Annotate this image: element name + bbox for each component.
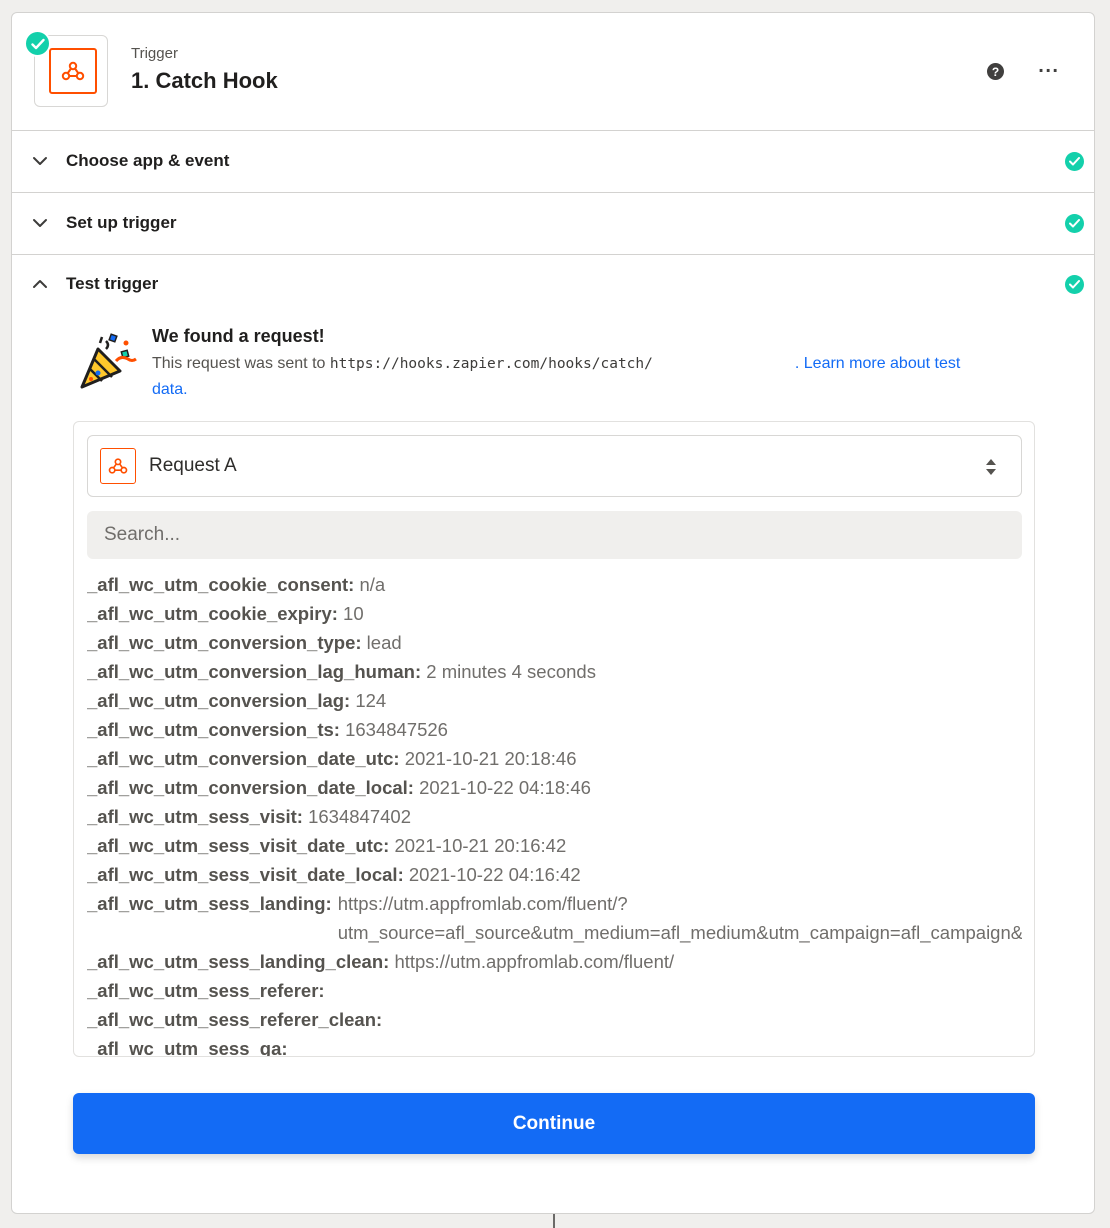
step-kicker: Trigger bbox=[131, 45, 178, 62]
step-connector-line bbox=[553, 1214, 555, 1228]
description-text: This request was sent to bbox=[152, 355, 330, 372]
check-circle-icon bbox=[1065, 214, 1084, 233]
step-title[interactable]: 1. Catch Hook bbox=[131, 68, 278, 94]
field-key: _afl_wc_utm_cookie_consent: bbox=[87, 574, 355, 595]
webhook-icon bbox=[100, 448, 136, 484]
field-key: _afl_wc_utm_sess_referer_clean: bbox=[87, 1009, 383, 1030]
learn-more-link[interactable]: . Learn more about test bbox=[795, 355, 960, 372]
field-key: _afl_wc_utm_sess_referer: bbox=[87, 980, 325, 1001]
check-circle-icon bbox=[1065, 152, 1084, 171]
field-key: _afl_wc_utm_conversion_date_utc: bbox=[87, 748, 400, 769]
request-data-panel: Request A _afl_wc_utm_cookie_consent: n/… bbox=[73, 421, 1035, 1057]
field-key: _afl_wc_utm_sess_ga: bbox=[87, 1038, 288, 1057]
field-row: _afl_wc_utm_sess_referer_clean: bbox=[87, 1005, 1022, 1034]
field-key: _afl_wc_utm_conversion_date_local: bbox=[87, 777, 414, 798]
field-value: 10 bbox=[343, 603, 364, 624]
field-key: _afl_wc_utm_conversion_lag: bbox=[87, 690, 351, 711]
step-complete-check-icon bbox=[24, 30, 51, 57]
field-row: _afl_wc_utm_sess_referer: bbox=[87, 976, 1022, 1005]
found-request-title: We found a request! bbox=[152, 326, 325, 346]
more-options-icon[interactable]: ··· bbox=[1038, 61, 1059, 80]
field-row: _afl_wc_utm_cookie_expiry: 10 bbox=[87, 599, 1022, 628]
webhook-icon bbox=[49, 48, 97, 94]
field-row: _afl_wc_utm_conversion_lag_human: 2 minu… bbox=[87, 657, 1022, 686]
help-icon[interactable]: ? bbox=[987, 63, 1004, 80]
field-key: _afl_wc_utm_sess_visit_date_local: bbox=[87, 864, 404, 885]
webhook-url: https://hooks.zapier.com/hooks/catch/ bbox=[329, 356, 653, 372]
sort-arrows-icon bbox=[986, 459, 996, 475]
field-row: _afl_wc_utm_sess_visit: 1634847402 bbox=[87, 802, 1022, 831]
field-key: _afl_wc_utm_sess_visit_date_utc: bbox=[87, 835, 390, 856]
field-row: _afl_wc_utm_sess_landing: https://utm.app… bbox=[87, 889, 1022, 947]
field-value: 2 minutes 4 seconds bbox=[426, 661, 596, 682]
continue-button[interactable]: Continue bbox=[73, 1093, 1035, 1154]
field-value: 2021-10-21 20:18:46 bbox=[404, 748, 577, 769]
field-value: 2021-10-21 20:16:42 bbox=[394, 835, 567, 856]
chevron-down-icon bbox=[33, 157, 47, 165]
field-value: 2021-10-22 04:16:42 bbox=[408, 864, 581, 885]
step-header[interactable]: Trigger 1. Catch Hook ? ··· bbox=[12, 13, 1094, 131]
section-set-up-trigger[interactable]: Set up trigger bbox=[12, 193, 1094, 255]
field-value: https://utm.appfromlab.com/fluent/ bbox=[394, 951, 675, 972]
field-key: _afl_wc_utm_sess_landing: bbox=[87, 893, 332, 914]
field-key: _afl_wc_utm_sess_landing_clean: bbox=[87, 951, 390, 972]
chevron-up-icon bbox=[33, 280, 47, 288]
field-row: _afl_wc_utm_conversion_ts: 1634847526 bbox=[87, 715, 1022, 744]
field-row: _afl_wc_utm_conversion_lag: 124 bbox=[87, 686, 1022, 715]
field-key: _afl_wc_utm_conversion_lag_human: bbox=[87, 661, 422, 682]
learn-more-link-continued[interactable]: data. bbox=[152, 381, 188, 398]
field-list: _afl_wc_utm_cookie_consent: n/a _afl_wc_… bbox=[87, 570, 1022, 1057]
section-test-trigger[interactable]: Test trigger bbox=[12, 254, 1094, 316]
section-label: Set up trigger bbox=[66, 213, 177, 232]
found-request-description: This request was sent to https://hooks.z… bbox=[152, 351, 1032, 403]
field-row: _afl_wc_utm_sess_visit_date_local: 2021-… bbox=[87, 860, 1022, 889]
field-row: _afl_wc_utm_sess_landing_clean: https://… bbox=[87, 947, 1022, 976]
section-label: Test trigger bbox=[66, 274, 159, 293]
field-value: 2021-10-22 04:18:46 bbox=[419, 777, 591, 798]
search-input[interactable] bbox=[87, 511, 1022, 559]
field-row: _afl_wc_utm_sess_visit_date_utc: 2021-10… bbox=[87, 831, 1022, 860]
chevron-down-icon bbox=[33, 219, 47, 227]
request-select-value: Request A bbox=[149, 455, 237, 476]
section-choose-app-event[interactable]: Choose app & event bbox=[12, 131, 1094, 193]
field-value: 124 bbox=[355, 690, 387, 711]
field-row: _afl_wc_utm_conversion_date_utc: 2021-10… bbox=[87, 744, 1022, 773]
field-value: n/a bbox=[359, 574, 386, 595]
field-value: 1634847402 bbox=[308, 806, 411, 827]
party-popper-icon bbox=[80, 333, 137, 389]
field-value: 1634847526 bbox=[345, 719, 448, 740]
request-select[interactable]: Request A bbox=[87, 435, 1022, 497]
field-key: _afl_wc_utm_conversion_type: bbox=[87, 632, 362, 653]
field-row: _afl_wc_utm_conversion_type: lead bbox=[87, 628, 1022, 657]
field-key: _afl_wc_utm_sess_visit: bbox=[87, 806, 303, 827]
field-value: lead bbox=[366, 632, 402, 653]
field-key: _afl_wc_utm_conversion_ts: bbox=[87, 719, 340, 740]
check-circle-icon bbox=[1065, 275, 1084, 294]
field-key: _afl_wc_utm_cookie_expiry: bbox=[87, 603, 338, 624]
field-value: https://utm.appfromlab.com/fluent/? utm_… bbox=[337, 893, 1022, 943]
section-label: Choose app & event bbox=[66, 151, 230, 170]
field-row: _afl_wc_utm_sess_ga: bbox=[87, 1034, 1022, 1057]
zap-step-card: Trigger 1. Catch Hook ? ··· Choose app &… bbox=[11, 12, 1095, 1214]
field-row: _afl_wc_utm_conversion_date_local: 2021-… bbox=[87, 773, 1022, 802]
field-row: _afl_wc_utm_cookie_consent: n/a bbox=[87, 570, 1022, 599]
